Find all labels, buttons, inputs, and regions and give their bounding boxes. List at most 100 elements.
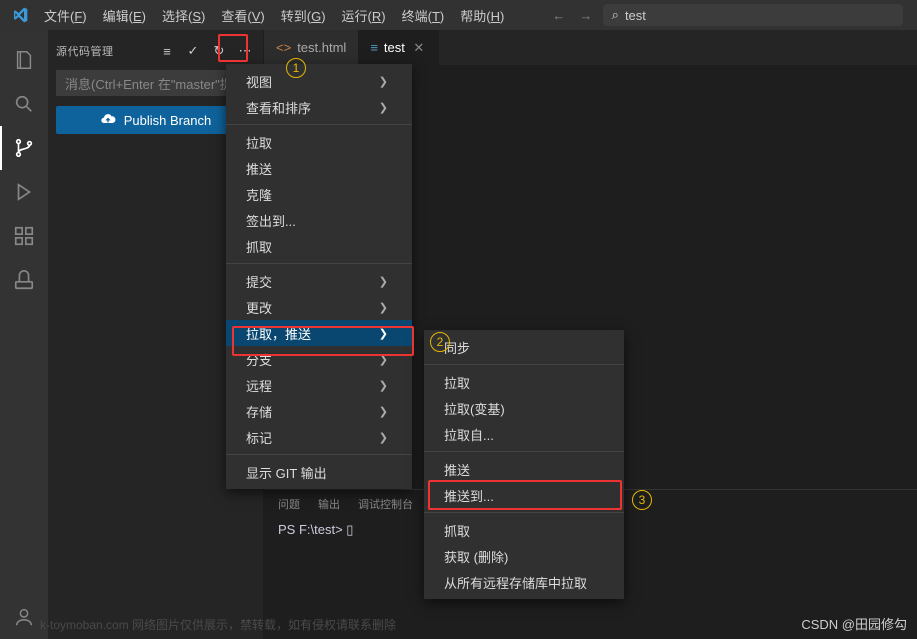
menu-item[interactable]: 从所有远程存储库中拉取 xyxy=(424,569,624,595)
menu-item[interactable]: 推送到... xyxy=(424,482,624,508)
remote-icon[interactable] xyxy=(0,258,48,302)
menu-f[interactable]: 文件(F) xyxy=(36,2,95,29)
search-icon[interactable] xyxy=(0,82,48,126)
view-tree-icon[interactable]: ≡ xyxy=(157,41,177,61)
menu-item[interactable]: 推送 xyxy=(226,155,412,181)
menu-item[interactable]: 抓取 xyxy=(226,233,412,259)
menu-item-label: 显示 GIT 输出 xyxy=(246,463,327,482)
menu-item[interactable]: 显示 GIT 输出 xyxy=(226,459,412,485)
activity-bar xyxy=(0,30,48,639)
tab-label: test.html xyxy=(297,40,346,55)
chevron-right-icon: ❯ xyxy=(379,275,388,288)
menu-separator xyxy=(226,454,412,455)
menu-separator xyxy=(226,263,412,264)
file-icon: ≡ xyxy=(370,40,378,55)
menu-item-label: 从所有远程存储库中拉取 xyxy=(444,573,587,592)
menu-item-label: 同步 xyxy=(444,338,470,357)
command-center-search[interactable]: ⌕ test xyxy=(603,4,903,26)
chevron-right-icon: ❯ xyxy=(379,379,388,392)
sidebar-title: 源代码管理 xyxy=(56,43,151,59)
menu-item-label: 抓取 xyxy=(444,521,470,540)
chevron-right-icon: ❯ xyxy=(379,431,388,444)
menu-item-label: 拉取 xyxy=(246,133,272,152)
close-icon[interactable]: ✕ xyxy=(411,40,427,56)
scm-more-menu: 视图❯查看和排序❯拉取推送克隆签出到...抓取提交❯更改❯拉取，推送❯分支❯远程… xyxy=(226,64,412,489)
extensions-icon[interactable] xyxy=(0,214,48,258)
menu-r[interactable]: 运行(R) xyxy=(334,2,394,29)
menu-item-label: 推送 xyxy=(246,159,272,178)
chevron-right-icon: ❯ xyxy=(379,353,388,366)
menu-separator xyxy=(424,451,624,452)
menu-item-label: 查看和排序 xyxy=(246,98,311,117)
menu-item-label: 拉取自... xyxy=(444,425,494,444)
menu-item[interactable]: 拉取 xyxy=(226,129,412,155)
menu-item[interactable]: 推送 xyxy=(424,456,624,482)
menu-t[interactable]: 终端(T) xyxy=(394,2,453,29)
nav-forward-icon[interactable]: → xyxy=(579,8,592,23)
terminal-prompt: PS F:\test> xyxy=(278,522,343,537)
menu-g[interactable]: 转到(G) xyxy=(273,2,334,29)
menu-item[interactable]: 远程 ❯ xyxy=(226,372,412,398)
menu-item[interactable]: 抓取 xyxy=(424,517,624,543)
menu-item-label: 拉取，推送 xyxy=(246,324,311,343)
menu-item-label: 推送到... xyxy=(444,486,494,505)
menu-v[interactable]: 查看(V) xyxy=(213,2,272,29)
menu-item[interactable]: 视图❯ xyxy=(226,68,412,94)
chevron-right-icon: ❯ xyxy=(379,327,388,340)
menubar: 文件(F)编辑(E)选择(S)查看(V)转到(G)运行(R)终端(T)帮助(H)… xyxy=(0,0,917,30)
panel-tab[interactable]: 输出 xyxy=(318,496,340,512)
file-icon: <> xyxy=(276,40,291,55)
menu-item-label: 更改 xyxy=(246,298,272,317)
search-value: test xyxy=(625,8,646,23)
menu-separator xyxy=(424,364,624,365)
explorer-icon[interactable] xyxy=(0,38,48,82)
menu-h[interactable]: 帮助(H) xyxy=(452,2,512,29)
menu-item-label: 提交 xyxy=(246,272,272,291)
tab-label: test xyxy=(384,40,405,55)
menu-item[interactable]: 拉取，推送 ❯ xyxy=(226,320,412,346)
search-icon: ⌕ xyxy=(612,7,619,23)
menu-item[interactable]: 存储❯ xyxy=(226,398,412,424)
commit-message-placeholder: 消息(Ctrl+Enter 在"master"提 xyxy=(65,74,233,93)
menu-item[interactable]: 签出到... xyxy=(226,207,412,233)
watermark-left: k-toymoban.com 网络图片仅供展示，禁转载，如有侵权请联系删除 xyxy=(40,616,396,633)
menu-item[interactable]: 更改 ❯ xyxy=(226,294,412,320)
menu-item-label: 远程 xyxy=(246,376,272,395)
pull-push-submenu: 同步拉取拉取(变基) 拉取自... 推送推送到... 抓取获取 (删除) 从所有远程存储… xyxy=(424,330,624,599)
vscode-logo-icon xyxy=(10,5,30,25)
menu-item[interactable]: 获取 (删除) xyxy=(424,543,624,569)
refresh-icon[interactable]: ↻ xyxy=(209,41,229,61)
chevron-right-icon: ❯ xyxy=(379,75,388,88)
menu-item[interactable]: 拉取(变基) xyxy=(424,395,624,421)
menu-item-label: 标记 xyxy=(246,428,272,447)
menu-item[interactable]: 提交 ❯ xyxy=(226,268,412,294)
more-actions-icon[interactable]: ⋯ xyxy=(235,41,255,61)
menu-item-label: 抓取 xyxy=(246,237,272,256)
chevron-right-icon: ❯ xyxy=(379,101,388,114)
tab-test[interactable]: ≡ test ✕ xyxy=(358,30,439,65)
menu-item[interactable]: 拉取 xyxy=(424,369,624,395)
menu-item[interactable]: 拉取自... xyxy=(424,421,624,447)
menu-s[interactable]: 选择(S) xyxy=(154,2,213,29)
menu-item[interactable]: 查看和排序 ❯ xyxy=(226,94,412,120)
menu-item-label: 克隆 xyxy=(246,185,272,204)
menu-item[interactable]: 分支❯ xyxy=(226,346,412,372)
panel-tab[interactable]: 问题 xyxy=(278,496,300,512)
menu-item-label: 拉取 xyxy=(444,373,470,392)
panel-tab[interactable]: 调试控制台 xyxy=(358,496,413,512)
source-control-icon[interactable] xyxy=(0,126,48,170)
menu-item-label: 签出到... xyxy=(246,211,296,230)
menu-separator xyxy=(226,124,412,125)
tab-test-html[interactable]: <> test.html xyxy=(264,30,358,65)
chevron-right-icon: ❯ xyxy=(379,301,388,314)
nav-back-icon[interactable]: ← xyxy=(552,8,565,23)
menu-e[interactable]: 编辑(E) xyxy=(95,2,154,29)
watermark-right: CSDN @田园修勾 xyxy=(801,614,907,633)
menu-item[interactable]: 克隆 xyxy=(226,181,412,207)
commit-check-icon[interactable]: ✓ xyxy=(183,41,203,61)
menu-item[interactable]: 标记 ❯ xyxy=(226,424,412,450)
chevron-right-icon: ❯ xyxy=(379,405,388,418)
menu-item[interactable]: 同步 xyxy=(424,334,624,360)
run-debug-icon[interactable] xyxy=(0,170,48,214)
publish-branch-label: Publish Branch xyxy=(124,113,211,128)
